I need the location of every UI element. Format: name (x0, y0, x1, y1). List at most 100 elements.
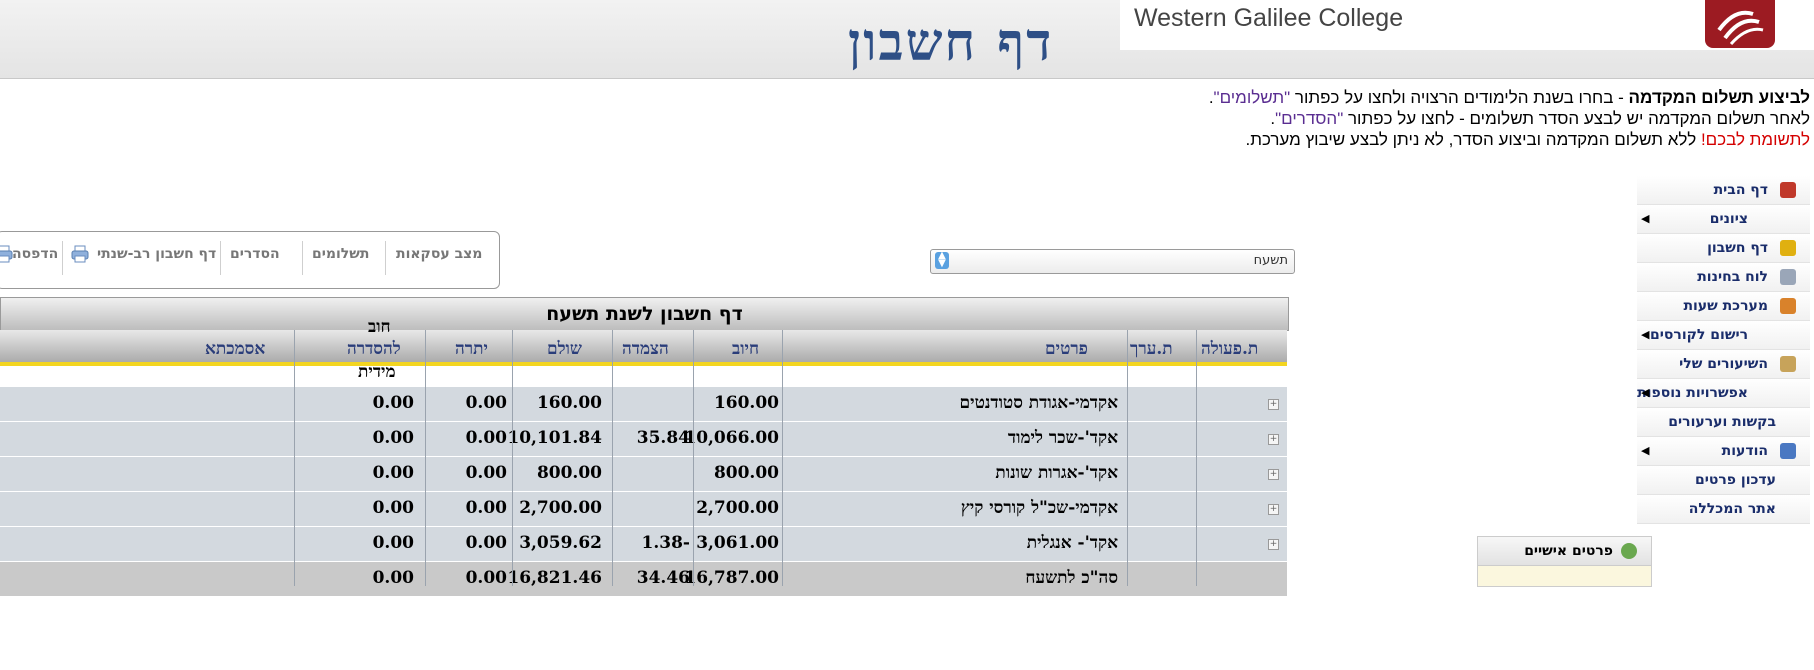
cell-linkage: 35.84 (636, 428, 690, 448)
col-debt-line1: חוב (368, 317, 391, 337)
arrangements-button[interactable]: הסדרים (230, 246, 280, 262)
sidebar-item[interactable]: אתר המכללה (1637, 495, 1810, 524)
transactions-button[interactable]: מצב עסקאות (396, 246, 482, 262)
grid-line (512, 330, 513, 586)
print-button[interactable]: הדפסה (12, 246, 58, 262)
col-linkage[interactable]: הצמדה (622, 339, 669, 359)
page-title: דף חשבון (848, 12, 1054, 73)
exam-icon (1780, 269, 1796, 285)
sidebar-item-label: עדכון פרטים (1695, 472, 1776, 488)
sidebar-item[interactable]: דף הבית (1637, 176, 1810, 205)
cell-details: סה"כ לתשעח (1025, 568, 1118, 588)
expand-row-icon[interactable]: + (1268, 434, 1279, 445)
toolbar-divider (302, 241, 303, 275)
cell-charge: 160.00 (713, 393, 779, 413)
grid-line (612, 330, 613, 586)
col-balance[interactable]: יתרה (455, 339, 488, 359)
sidebar-item-label: ציונים (1709, 211, 1748, 227)
sidebar-item[interactable]: אפשרויות נוספות ◀ (1637, 379, 1810, 408)
sidebar-item[interactable]: השיעורים שלי (1637, 350, 1810, 379)
personal-details-panel (1477, 566, 1652, 587)
grid-line (1196, 330, 1197, 586)
cell-debt: 0.00 (372, 498, 414, 518)
cell-balance: 0.00 (465, 463, 507, 483)
col-value-date[interactable]: ת.ערך (1130, 339, 1173, 359)
sidebar-item-label: השיעורים שלי (1679, 356, 1768, 372)
instruction-line-1: לביצוע תשלום המקדמה - בחרו בשנת הלימודים… (1208, 88, 1810, 107)
cell-charge: 800.00 (713, 463, 779, 483)
expand-row-icon[interactable]: + (1268, 399, 1279, 410)
personal-details-header[interactable]: פרטים אישיים (1477, 536, 1652, 566)
cell-paid: 2,700.00 (519, 498, 602, 518)
col-debt[interactable]: להסדרה (347, 339, 401, 359)
sidebar-item-label: רישום לקורסים (1650, 327, 1748, 343)
submenu-arrow-icon: ◀ (1641, 212, 1650, 225)
printer-icon (0, 245, 13, 263)
grid-line (1127, 330, 1128, 586)
cell-balance: 0.00 (465, 498, 507, 518)
cell-balance: 0.00 (465, 393, 507, 413)
sidebar-item[interactable]: ציונים ◀ (1637, 205, 1810, 234)
sidebar-item[interactable]: הודעות ◀ (1637, 437, 1810, 466)
grid-line (294, 330, 295, 586)
toolbar-divider (220, 241, 221, 275)
college-logo-icon (1705, 0, 1775, 48)
sidebar-item-label: בקשות וערעורים (1668, 414, 1776, 430)
expand-row-icon[interactable]: + (1268, 469, 1279, 480)
page-header: דף חשבון Western Galilee College (0, 0, 1814, 79)
toolbar-divider (385, 241, 386, 275)
sidebar-item-label: אפשרויות נוספות (1637, 385, 1748, 401)
multi-year-statement-button[interactable]: דף חשבון רב-שנתי (97, 246, 216, 262)
instruction-line-2: לאחר תשלום המקדמה יש לבצע הסדר תשלומים -… (1270, 109, 1810, 128)
sidebar-item[interactable]: רישום לקורסים ◀ (1637, 321, 1810, 350)
cell-balance: 0.00 (465, 428, 507, 448)
col-action-no[interactable]: ת.פעולה (1201, 339, 1258, 359)
cell-charge: 16,787.00 (684, 568, 779, 588)
cell-linkage: 34.46 (636, 568, 690, 588)
multi-year-label: דף חשבון רב-שנתי (97, 246, 217, 262)
statement-table-title: דף חשבון לשנת תשעח (0, 297, 1289, 331)
sidebar-item[interactable]: מערכת שעות (1637, 292, 1810, 321)
year-select[interactable]: תשעח ▲ ▼ (930, 249, 1295, 274)
sidebar-item-label: הודעות (1721, 443, 1768, 459)
cell-debt: 0.00 (372, 568, 414, 588)
lessons-icon (1780, 356, 1796, 372)
home-globe-icon (1780, 182, 1796, 198)
instruction-line-3: לתשומת לבכם! ללא תשלום המקדמה וביצוע הסד… (1245, 130, 1810, 149)
submenu-arrow-icon: ◀ (1641, 328, 1650, 341)
expand-row-icon[interactable]: + (1268, 504, 1279, 515)
cell-details: אקדמי-שכ"ל קורסי קיץ (960, 498, 1118, 518)
cell-debt: 0.00 (372, 393, 414, 413)
col-debt-line3: מידית (358, 362, 396, 382)
sidebar-item[interactable]: לוח בחינות (1637, 263, 1810, 292)
sidebar-item[interactable]: עדכון פרטים (1637, 466, 1810, 495)
col-reference[interactable]: אסמכתא (205, 339, 265, 359)
col-details[interactable]: פרטים (1045, 339, 1088, 359)
cell-balance: 0.00 (465, 533, 507, 553)
col-paid[interactable]: שולם (547, 339, 582, 359)
cell-debt: 0.00 (372, 463, 414, 483)
college-name: Western Galilee College (1134, 4, 1404, 32)
cell-charge: 3,061.00 (696, 533, 779, 553)
submenu-arrow-icon: ◀ (1641, 444, 1650, 457)
expand-row-icon[interactable]: + (1268, 539, 1279, 550)
printer-icon (71, 245, 89, 263)
cell-debt: 0.00 (372, 428, 414, 448)
cell-linkage: 1.38- (641, 533, 690, 553)
cell-details: אקד'-אגרות שונות (995, 463, 1118, 483)
toolbar-divider (62, 241, 63, 275)
col-charge[interactable]: חיוב (732, 339, 759, 359)
cell-paid: 800.00 (536, 463, 602, 483)
select-arrows-icon: ▲ ▼ (935, 251, 949, 269)
sidebar-item[interactable]: דף חשבון (1637, 234, 1810, 263)
sidebar-item[interactable]: בקשות וערעורים (1637, 408, 1810, 437)
cell-paid: 16,821.46 (507, 568, 602, 588)
year-select-value: תשעח (1253, 253, 1288, 268)
payments-button[interactable]: תשלומים (312, 246, 369, 262)
cell-paid: 10,101.84 (507, 428, 602, 448)
submenu-arrow-icon: ◀ (1641, 386, 1650, 399)
cell-details: אקדמי-אגודת סטודנטים (959, 393, 1118, 413)
user-icon (1621, 543, 1637, 559)
cell-details: אקד'-שכר לימוד (1007, 428, 1118, 448)
sidebar-item-label: דף חשבון (1707, 240, 1768, 256)
